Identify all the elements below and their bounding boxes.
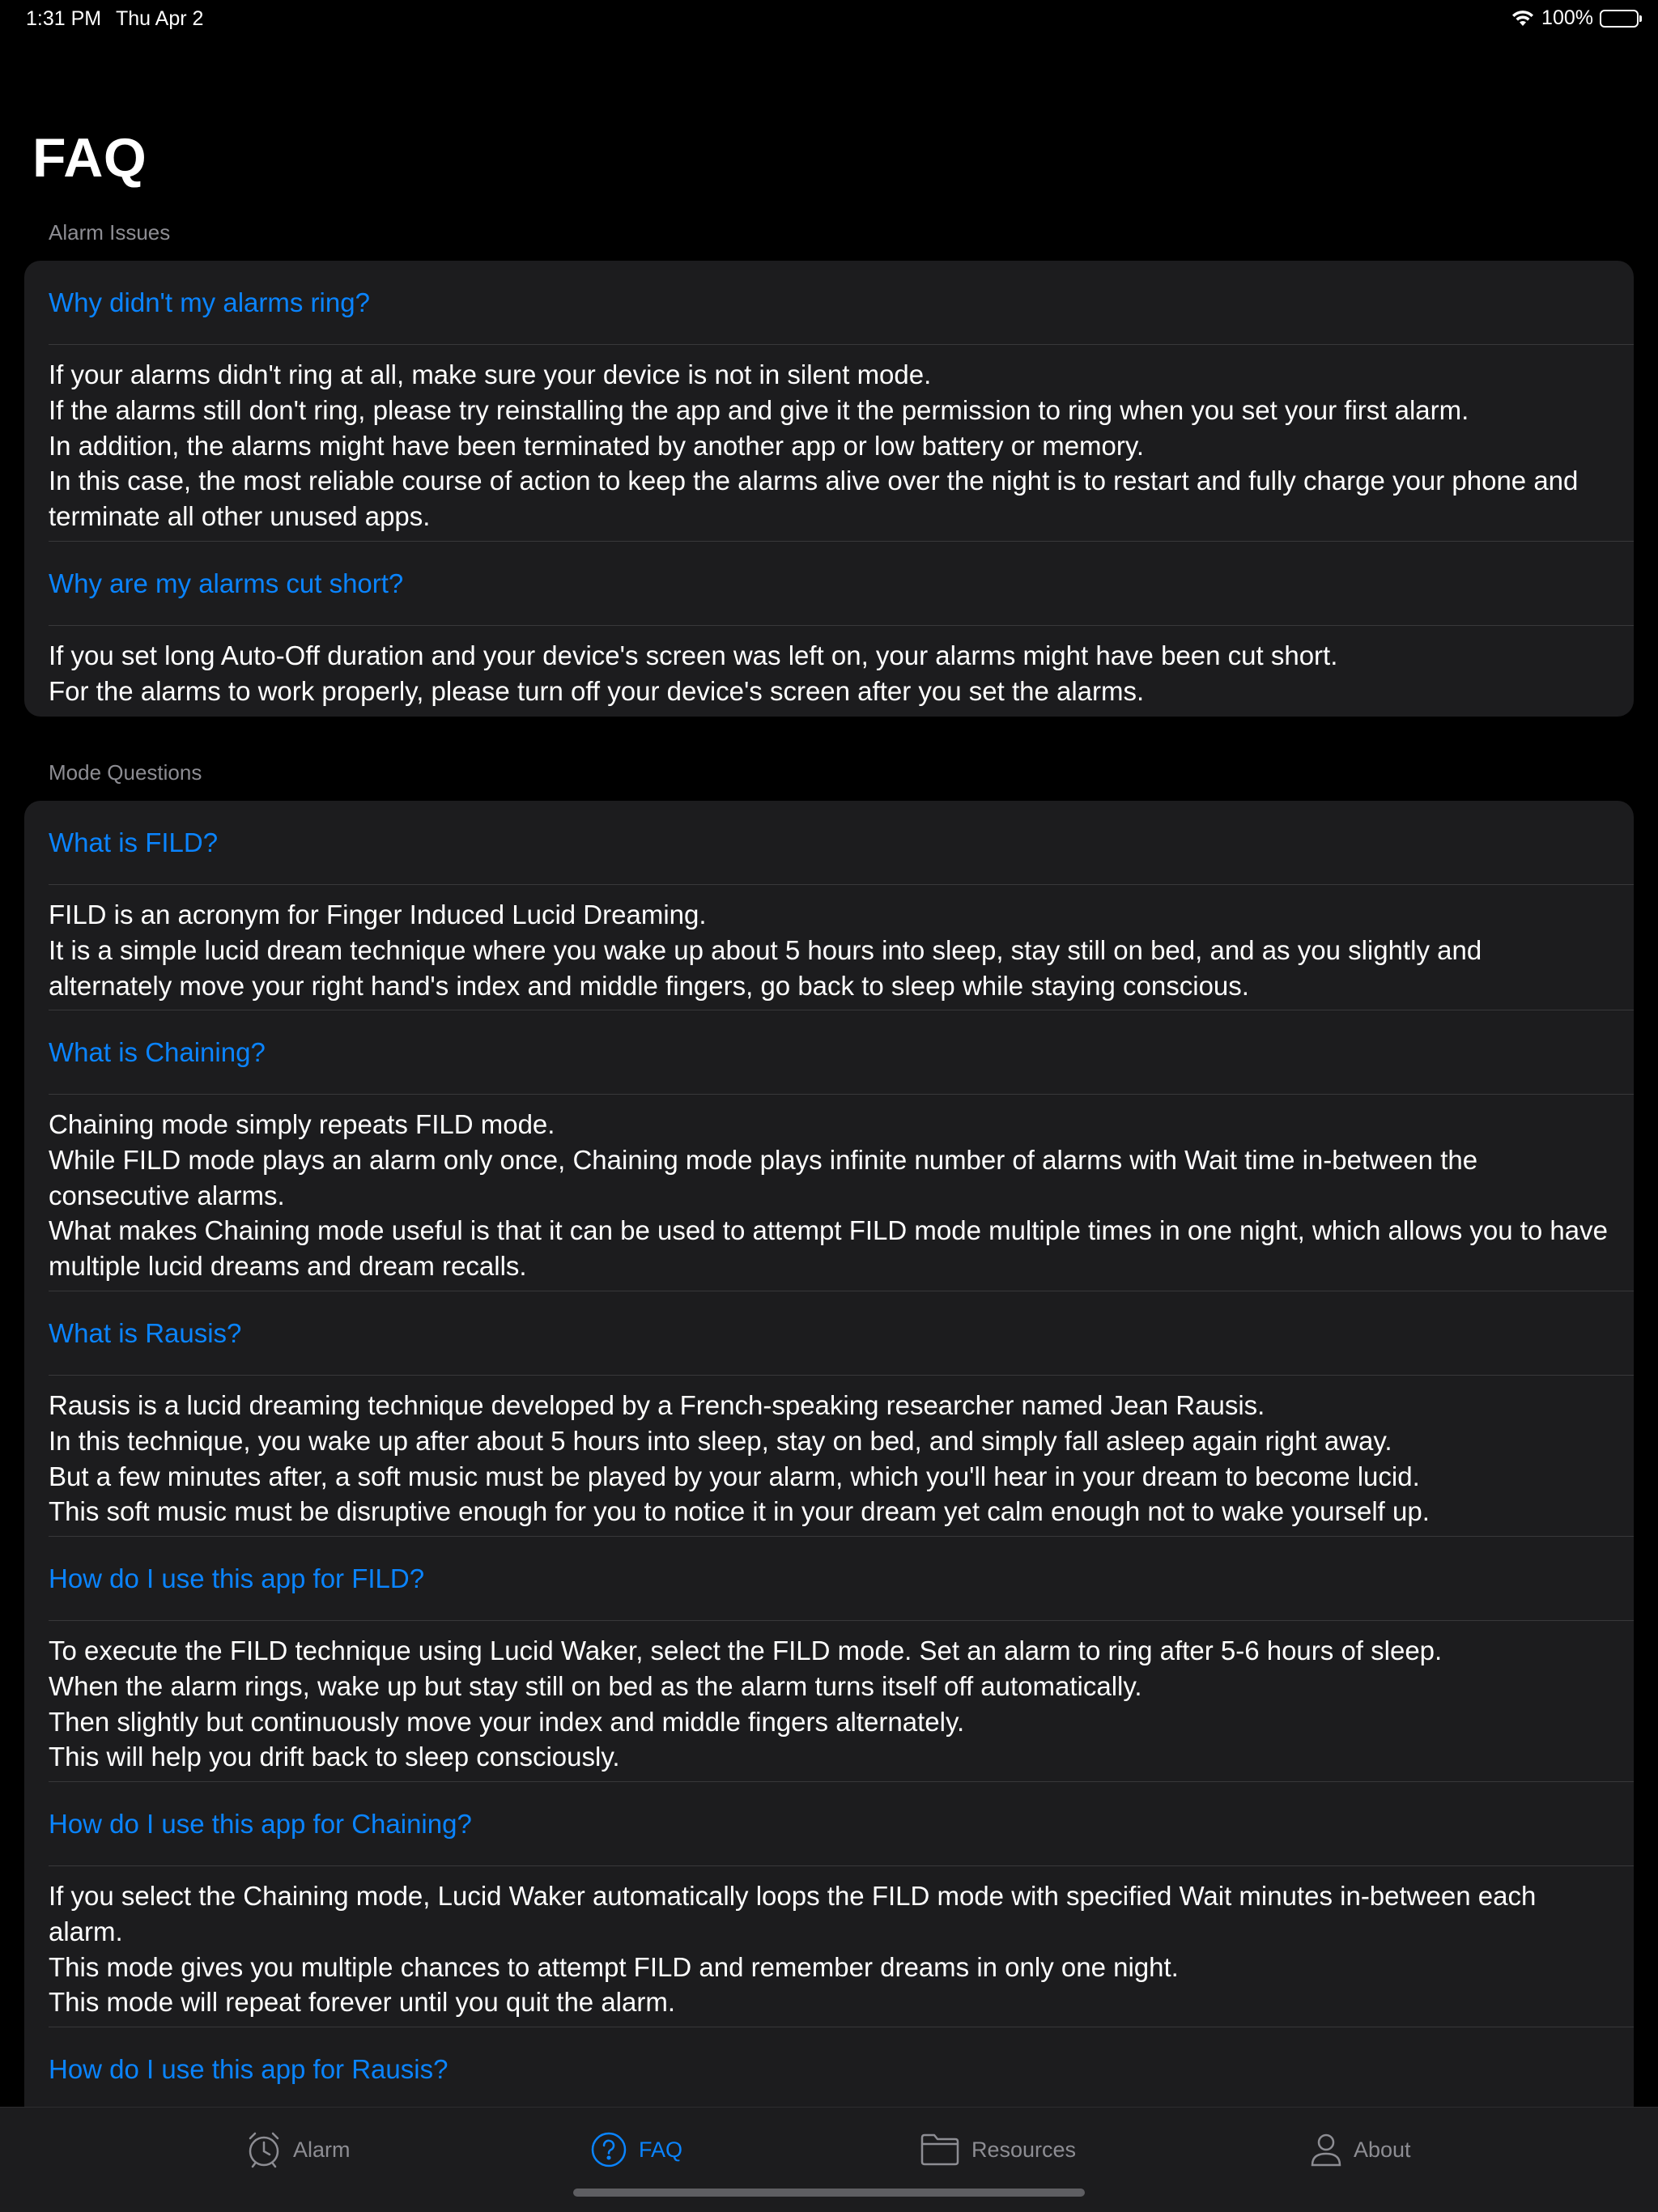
- tab-resources-label: Resources: [971, 2137, 1077, 2162]
- faq-question[interactable]: What is Chaining?: [24, 1010, 1634, 1095]
- tab-faq[interactable]: FAQ: [590, 2129, 682, 2171]
- answer-line: FILD is an acronym for Finger Induced Lu…: [49, 900, 707, 929]
- answer-line: If the alarms still don't ring, please t…: [49, 394, 1469, 425]
- faq-answer: Rausis is a lucid dreaming technique dev…: [24, 1376, 1634, 1537]
- answer-line: In addition, the alarms might have been …: [49, 430, 1145, 461]
- alarm-clock-icon: [246, 2131, 282, 2168]
- section-header-mode-questions: Mode Questions: [49, 760, 202, 785]
- answer-line: What makes Chaining mode useful is that …: [49, 1215, 1616, 1281]
- answer-line: In this case, the most reliable course o…: [49, 466, 1586, 531]
- tab-faq-label: FAQ: [639, 2137, 683, 2162]
- tab-alarm-label: Alarm: [293, 2137, 351, 2162]
- page-title: FAQ: [32, 127, 147, 189]
- status-date: Thu Apr 2: [116, 7, 204, 30]
- battery-icon: [1600, 9, 1642, 28]
- answer-line: If you set long Auto-Off duration and yo…: [49, 640, 1338, 670]
- status-bar: 1:31 PM Thu Apr 2 100%: [0, 0, 1658, 39]
- answer-line: Rausis is a lucid dreaming technique dev…: [49, 1390, 1265, 1420]
- status-time: 1:31 PM: [26, 7, 102, 30]
- faq-question[interactable]: What is Rausis?: [24, 1291, 1634, 1376]
- tab-resources[interactable]: Resources: [920, 2129, 1076, 2171]
- answer-line: This mode will repeat forever until you …: [49, 1987, 676, 2018]
- answer-line: It is a simple lucid dream technique whe…: [49, 934, 1490, 1001]
- faq-group-mode-questions: What is FILD? FILD is an acronym for Fin…: [24, 801, 1634, 2107]
- faq-answer: To execute the FILD technique using Luci…: [24, 1621, 1634, 1782]
- tab-alarm[interactable]: Alarm: [246, 2129, 351, 2171]
- answer-line: When the alarm rings, wake up but stay s…: [49, 1670, 1142, 1701]
- answer-line: This soft music must be disruptive enoug…: [49, 1496, 1430, 1527]
- battery-percent: 100%: [1541, 6, 1593, 29]
- faq-question[interactable]: Why are my alarms cut short?: [24, 542, 1634, 626]
- tab-about-label: About: [1354, 2137, 1411, 2162]
- faq-group-alarm-issues: Why didn't my alarms ring? If your alarm…: [24, 261, 1634, 717]
- answer-line: Then slightly but continuously move your…: [49, 1706, 965, 1737]
- folder-icon: [920, 2133, 960, 2167]
- home-indicator[interactable]: [573, 2189, 1085, 2197]
- faq-question[interactable]: How do I use this app for Chaining?: [24, 1782, 1634, 1866]
- faq-answer: If you set long Auto-Off duration and yo…: [24, 626, 1634, 717]
- faq-question[interactable]: Why didn't my alarms ring?: [24, 261, 1634, 345]
- answer-line: In this technique, you wake up after abo…: [49, 1425, 1392, 1456]
- answer-line: This mode gives you multiple chances to …: [49, 1951, 1179, 1982]
- faq-question[interactable]: What is FILD?: [24, 801, 1634, 885]
- answer-line: If you select the Chaining mode, Lucid W…: [49, 1881, 1544, 1946]
- question-circle-icon: [590, 2131, 627, 2168]
- answer-line: Chaining mode simply repeats FILD mode.: [49, 1109, 555, 1139]
- answer-line: For the alarms to work properly, please …: [49, 675, 1145, 706]
- faq-answer: If you select the Chaining mode, Lucid W…: [24, 1866, 1634, 2027]
- answer-line: To execute the FILD technique using Luci…: [49, 1636, 1443, 1665]
- status-indicators: 100%: [1511, 6, 1642, 30]
- faq-answer: Chaining mode simply repeats FILD mode. …: [24, 1095, 1634, 1291]
- faq-question[interactable]: How do I use this app for FILD?: [24, 1537, 1634, 1621]
- faq-answer: If your alarms didn't ring at all, make …: [24, 345, 1634, 542]
- faq-question[interactable]: How do I use this app for Rausis?: [24, 2027, 1634, 2107]
- answer-line: This will help you drift back to sleep c…: [49, 1742, 620, 1772]
- section-header-alarm-issues: Alarm Issues: [49, 220, 171, 245]
- answer-line: If your alarms didn't ring at all, make …: [49, 359, 932, 389]
- answer-line: But a few minutes after, a soft music mu…: [49, 1461, 1420, 1491]
- person-icon: [1310, 2132, 1342, 2167]
- wifi-icon: [1511, 10, 1535, 28]
- faq-answer: FILD is an acronym for Finger Induced Lu…: [24, 885, 1634, 1010]
- answer-line: While FILD mode plays an alarm only once…: [49, 1144, 1486, 1210]
- tab-about[interactable]: About: [1310, 2129, 1411, 2171]
